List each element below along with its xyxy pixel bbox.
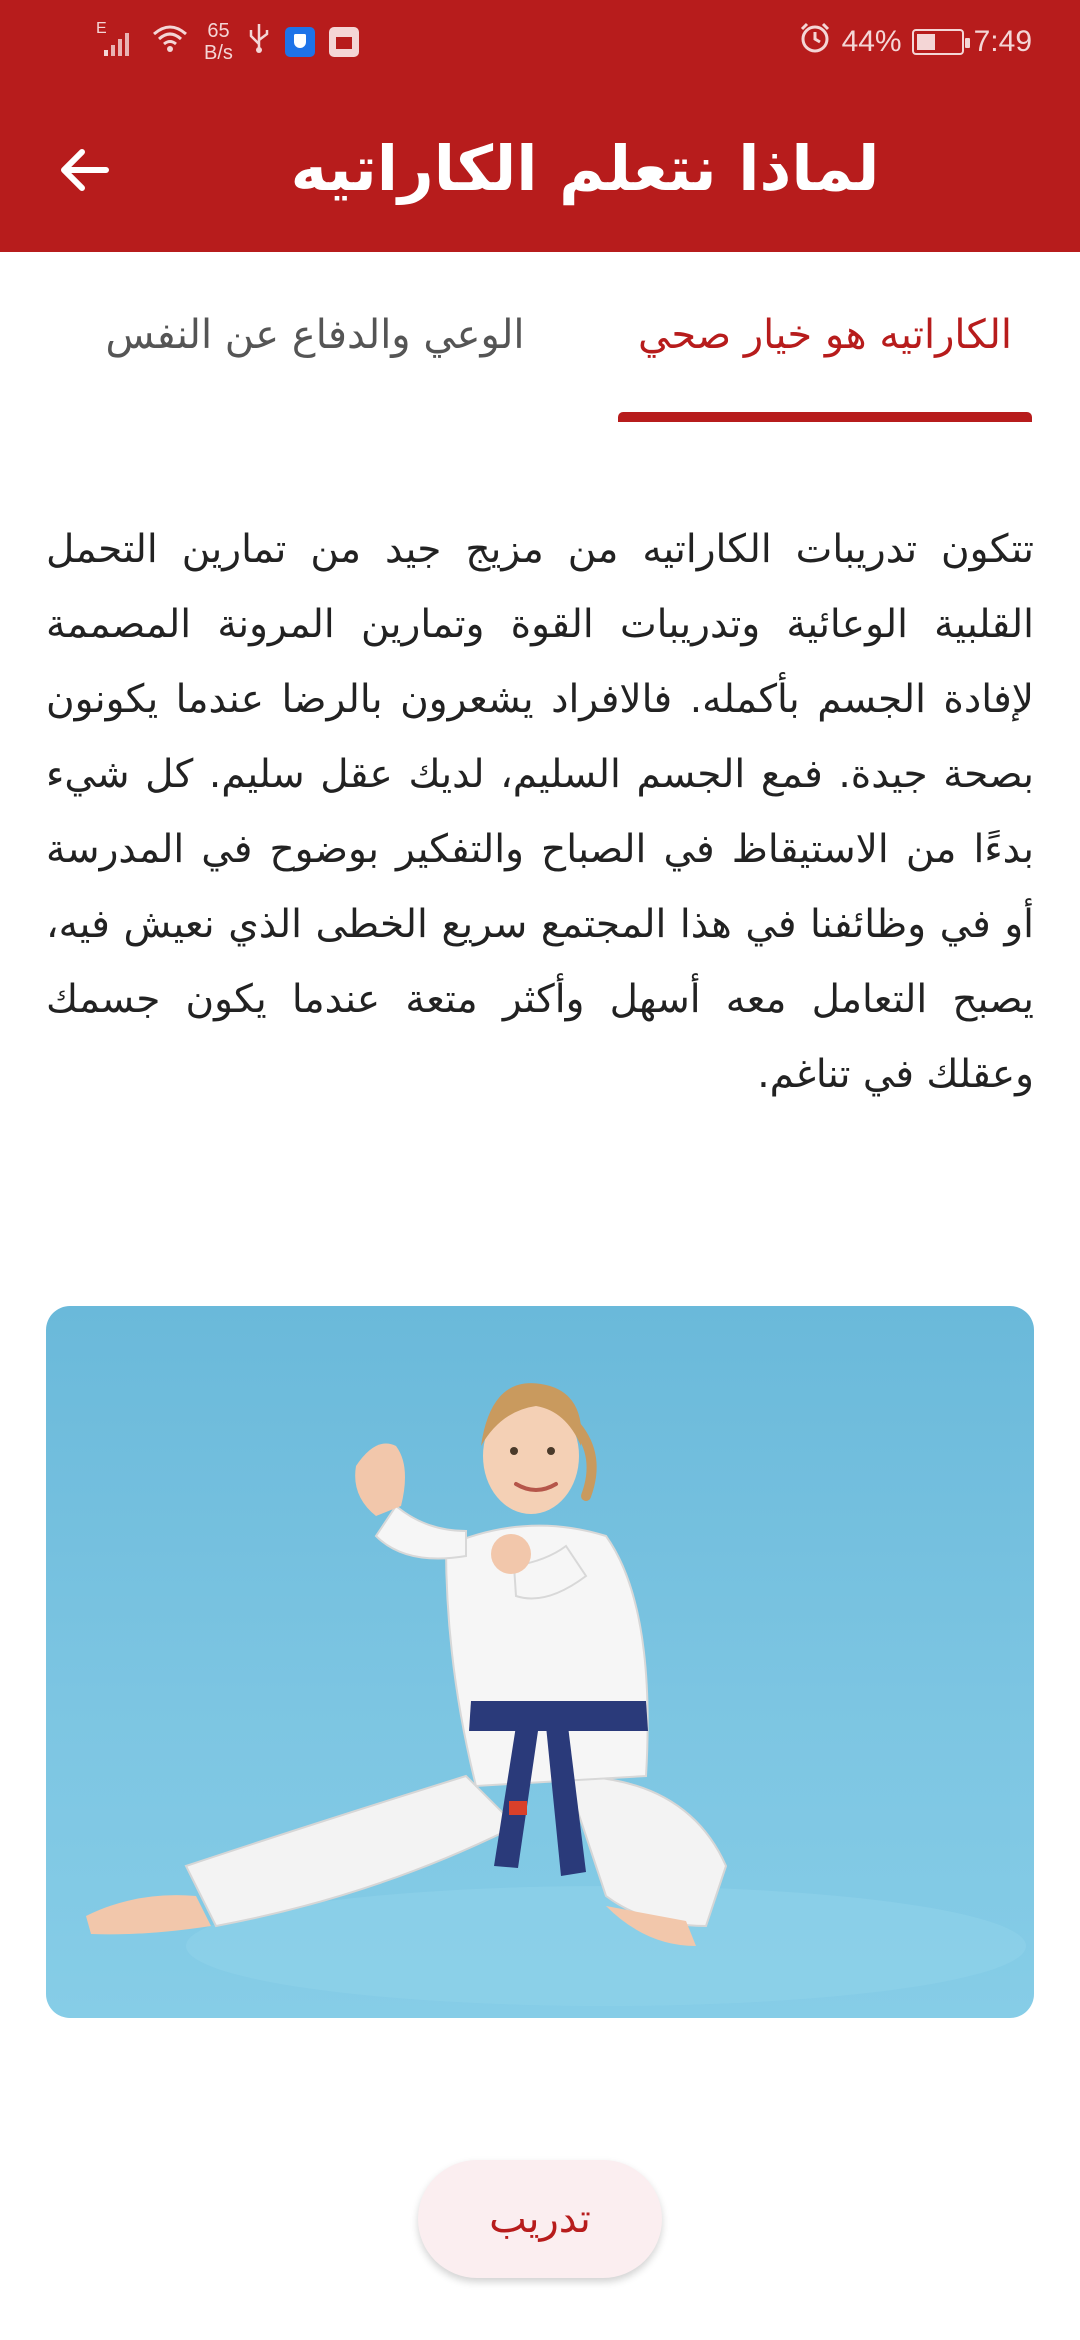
status-bar: E 65 B/s 44% 7:49 [0, 0, 1080, 84]
status-bar-right: 44% 7:49 [798, 14, 1032, 70]
active-tab-indicator [618, 412, 1032, 422]
net-speed: 65 B/s [204, 20, 233, 64]
clock-time: 7:49 [973, 25, 1032, 58]
tab-healthy-choice[interactable]: الكاراتيه هو خيار صحي [610, 312, 1040, 412]
net-speed-unit: B/s [204, 42, 233, 64]
tab-awareness-self-defense[interactable]: الوعي والدفاع عن النفس [90, 312, 540, 412]
usb-icon [247, 22, 271, 62]
battery-level-fill [916, 34, 936, 50]
tab-bar: الكاراتيه هو خيار صحي الوعي والدفاع عن ا… [0, 252, 1080, 422]
karate-girl-image [46, 1306, 1034, 2018]
net-speed-value: 65 [207, 20, 230, 42]
page-title: لماذا نتعلم الكاراتيه [290, 131, 880, 205]
wifi-icon [150, 22, 190, 62]
shield-app-icon [284, 27, 315, 57]
battery-charging-icon [911, 29, 970, 55]
network-type-label: E [96, 20, 107, 37]
app-bar: لماذا نتعلم الكاراتيه [0, 84, 1080, 252]
arrow-left-icon [61, 149, 109, 191]
content-paragraph: تتكون تدريبات الكاراتيه من مزيج جيد من ت… [46, 527, 1034, 1097]
signal-icon: E [96, 20, 136, 58]
train-button[interactable]: تدريب [418, 2160, 662, 2278]
alarm-icon [798, 21, 832, 63]
battery-percent: 44% [841, 25, 902, 58]
home-app-icon [328, 27, 359, 57]
back-button[interactable] [48, 134, 120, 206]
status-bar-left: E 65 B/s [96, 14, 359, 70]
